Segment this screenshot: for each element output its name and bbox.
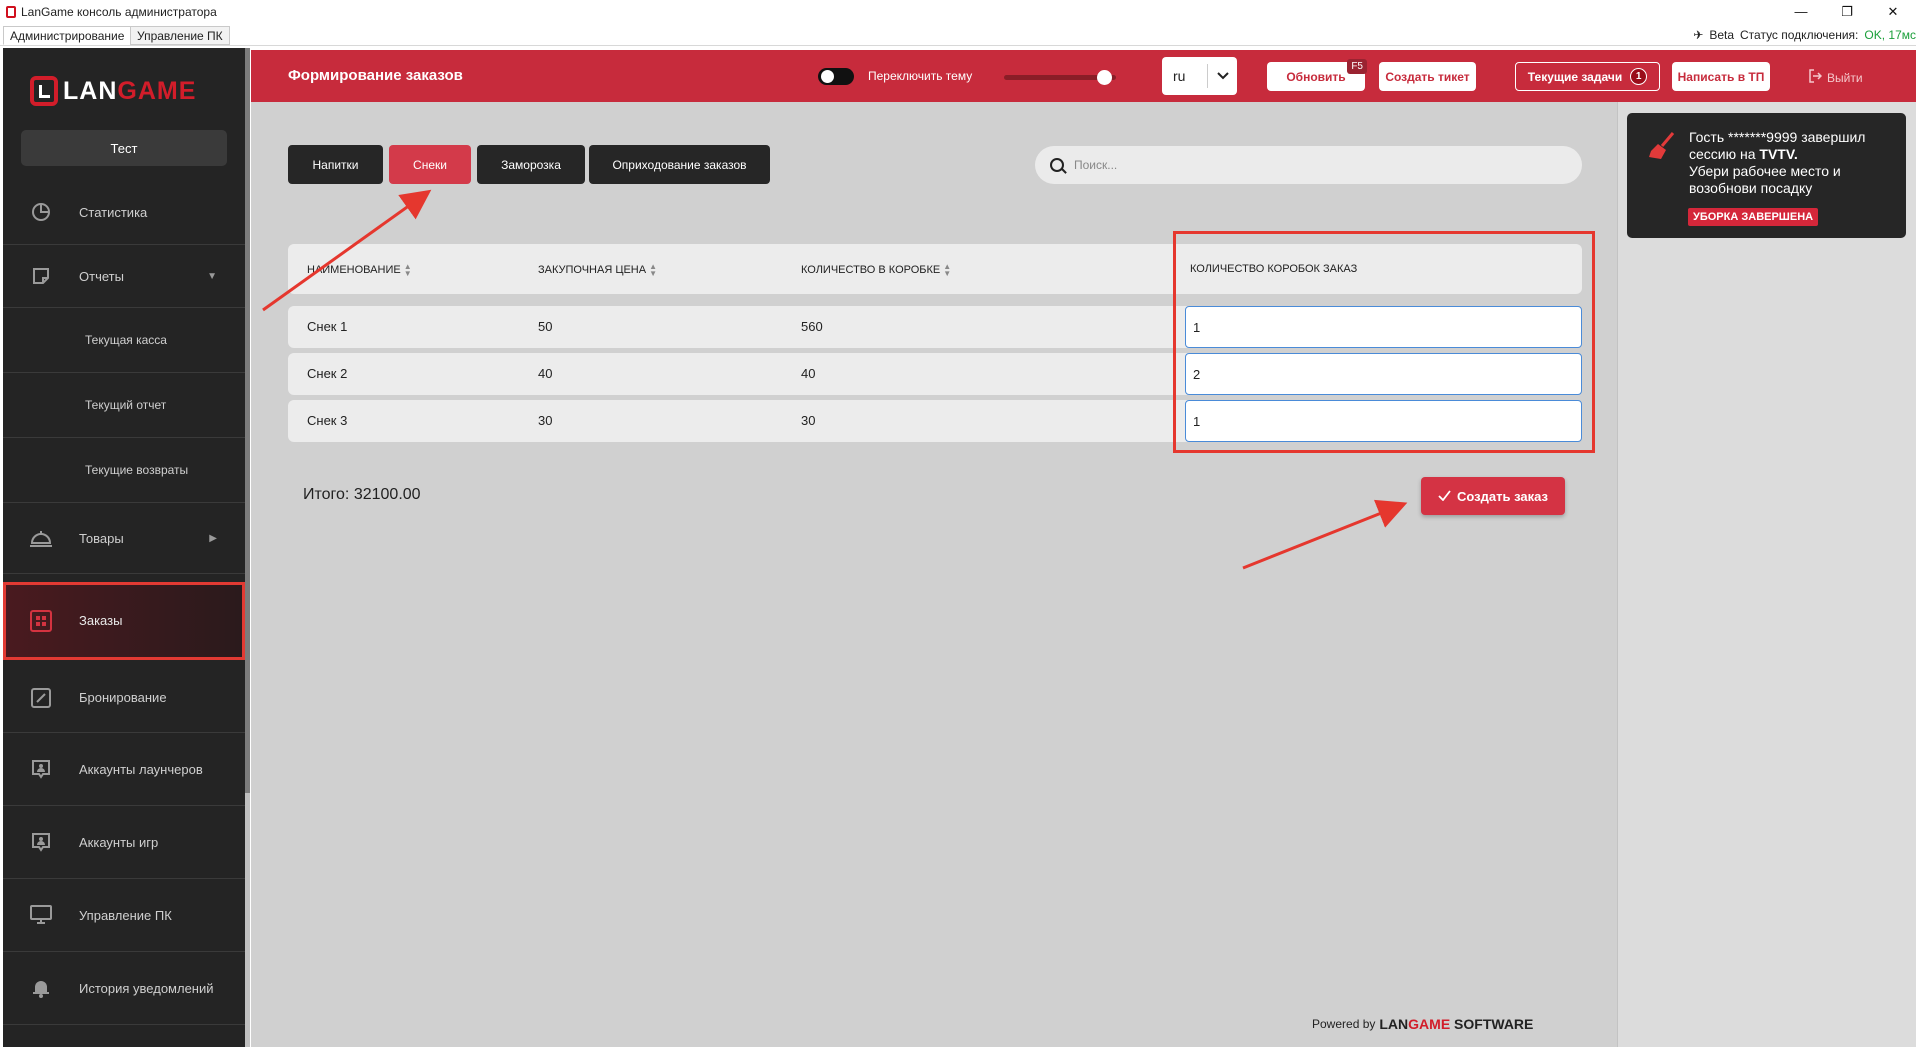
- cell-name: Снек 3: [307, 413, 348, 428]
- orders-grid-icon: [29, 609, 53, 633]
- cleaning-done-button[interactable]: УБОРКА ЗАВЕРШЕНА: [1688, 208, 1819, 226]
- window-controls: — ❐ ✕: [1778, 0, 1916, 23]
- plane-icon: ✈: [1693, 28, 1704, 42]
- service-bell-icon: [29, 526, 53, 550]
- sidebar-item-current-returns[interactable]: Текущие возвраты: [3, 438, 245, 503]
- pc-name: TVTV.: [1759, 146, 1798, 162]
- notification-message: Гость *******9999 завершил сессию на TVT…: [1689, 129, 1866, 196]
- notification-toast: Гость *******9999 завершил сессию на TVT…: [1627, 113, 1906, 238]
- connection-value: OK, 17мс: [1864, 28, 1916, 42]
- sidebar-item-launcher-accounts[interactable]: Аккаунты лаунчеров: [3, 733, 245, 806]
- tab-order-receipt[interactable]: Оприходование заказов: [589, 145, 770, 184]
- cell-per-box: 40: [801, 366, 816, 381]
- column-name[interactable]: НАИМЕНОВАНИЕ ▲ ▼: [307, 262, 412, 278]
- sidebar-scrollbar[interactable]: [245, 48, 250, 1047]
- search-placeholder: Поиск...: [1074, 158, 1118, 172]
- sidebar-item-current-cash[interactable]: Текущая касса: [3, 308, 245, 373]
- broom-icon: [1647, 131, 1677, 161]
- tab-snacks[interactable]: Снеки: [389, 145, 471, 184]
- page-header: Формирование заказов Переключить тему ru…: [251, 50, 1916, 102]
- tab-drinks[interactable]: Напитки: [288, 145, 383, 184]
- column-qty-per-box[interactable]: КОЛИЧЕСТВО В КОРОБКЕ ▲ ▼: [801, 262, 952, 278]
- cell-per-box: 560: [801, 319, 823, 334]
- right-panel: [1617, 102, 1916, 1047]
- sort-icon: ▲ ▼: [943, 262, 952, 278]
- sidebar-item-pc-management[interactable]: Управление ПК: [3, 879, 245, 952]
- sort-icon: ▲ ▼: [649, 262, 658, 278]
- pie-chart-icon: [29, 200, 53, 224]
- club-selector-button[interactable]: Тест: [21, 130, 227, 166]
- tasks-count-badge: 1: [1630, 68, 1648, 85]
- beta-label: Beta: [1709, 28, 1734, 42]
- logout-button[interactable]: Выйти: [1808, 69, 1863, 86]
- sidebar-item-current-report[interactable]: Текущий отчет: [3, 373, 245, 438]
- current-tasks-button[interactable]: Текущие задачи 1: [1515, 62, 1660, 91]
- close-button[interactable]: ✕: [1870, 0, 1916, 23]
- hotkey-badge: F5: [1347, 59, 1367, 74]
- tab-administration[interactable]: Администрирование: [3, 26, 132, 45]
- cell-name: Снек 2: [307, 366, 348, 381]
- account-icon: [29, 757, 53, 781]
- theme-toggle-label: Переключить тему: [868, 69, 973, 83]
- main-content: Напитки Снеки Заморозка Оприходование за…: [251, 102, 1617, 1047]
- restore-button[interactable]: ❐: [1824, 0, 1870, 23]
- refresh-button[interactable]: Обновить F5: [1267, 59, 1367, 91]
- sidebar-item-orders[interactable]: Заказы: [3, 582, 245, 660]
- powered-by-footer: Powered by LANGAME SOFTWARE: [1312, 1016, 1534, 1032]
- cell-per-box: 30: [801, 413, 816, 428]
- sidebar-item-booking[interactable]: Бронирование: [3, 663, 245, 733]
- sidebar-item-notification-history[interactable]: История уведомлений: [3, 952, 245, 1025]
- window-title: LanGame консоль администратора: [21, 4, 217, 19]
- search-input[interactable]: Поиск...: [1035, 146, 1582, 184]
- cell-name: Снек 1: [307, 319, 348, 334]
- edit-icon: [29, 686, 53, 710]
- scrollbar-thumb[interactable]: [245, 48, 250, 793]
- column-purchase-price[interactable]: ЗАКУПОЧНАЯ ЦЕНА ▲ ▼: [538, 262, 658, 278]
- check-icon: [1438, 489, 1451, 504]
- theme-toggle[interactable]: [818, 68, 854, 85]
- sidebar: LANGAME Тест Статистика Отчеты ▼ Текущая…: [3, 48, 245, 1047]
- chevron-down-icon: ▼: [207, 270, 217, 282]
- sidebar-item-statistics[interactable]: Статистика: [3, 180, 245, 245]
- cell-price: 40: [538, 366, 553, 381]
- sidebar-item-reports[interactable]: Отчеты ▼: [3, 245, 245, 308]
- footer-brand: LANGAME SOFTWARE: [1379, 1016, 1534, 1032]
- langame-logo-icon: [30, 76, 58, 106]
- window-titlebar: LanGame консоль администратора — ❐ ✕: [0, 0, 1916, 23]
- minimize-button[interactable]: —: [1778, 0, 1824, 23]
- search-icon: [1050, 158, 1064, 172]
- annotation-highlight-box: [1173, 231, 1595, 453]
- bell-icon: [29, 976, 53, 1000]
- cell-price: 30: [538, 413, 553, 428]
- tab-pc-management[interactable]: Управление ПК: [130, 26, 230, 45]
- language-value: ru: [1173, 68, 1186, 84]
- order-total: Итого: 32100.00: [303, 486, 421, 503]
- logout-icon: [1808, 69, 1823, 86]
- monitor-icon: [29, 903, 53, 927]
- write-support-button[interactable]: Написать в ТП: [1672, 62, 1770, 91]
- tab-frozen[interactable]: Заморозка: [477, 145, 585, 184]
- sort-icon: ▲ ▼: [403, 262, 412, 278]
- connection-status: ✈ Beta Статус подключения: OK, 17мс: [1693, 28, 1916, 42]
- sidebar-item-game-accounts[interactable]: Аккаунты игр: [3, 806, 245, 879]
- report-icon: [29, 264, 53, 288]
- chevron-right-icon: ▶: [209, 532, 217, 544]
- app-menubar: Администрирование Управление ПК ✈ Beta С…: [0, 24, 1916, 46]
- chevron-down-icon: [1207, 64, 1237, 88]
- create-order-button[interactable]: Создать заказ: [1421, 477, 1565, 515]
- language-select[interactable]: ru: [1162, 57, 1237, 95]
- app-logo-icon: [6, 5, 16, 18]
- toggle-knob: [821, 70, 834, 83]
- langame-logo: LANGAME: [30, 76, 196, 106]
- connection-label: Статус подключения:: [1740, 28, 1859, 42]
- zoom-slider[interactable]: [1004, 70, 1116, 85]
- slider-thumb[interactable]: [1097, 70, 1112, 85]
- account-icon: [29, 830, 53, 854]
- create-ticket-button[interactable]: Создать тикет: [1379, 62, 1476, 91]
- sidebar-item-goods[interactable]: Товары ▶: [3, 503, 245, 574]
- page-title: Формирование заказов: [288, 67, 463, 84]
- cell-price: 50: [538, 319, 553, 334]
